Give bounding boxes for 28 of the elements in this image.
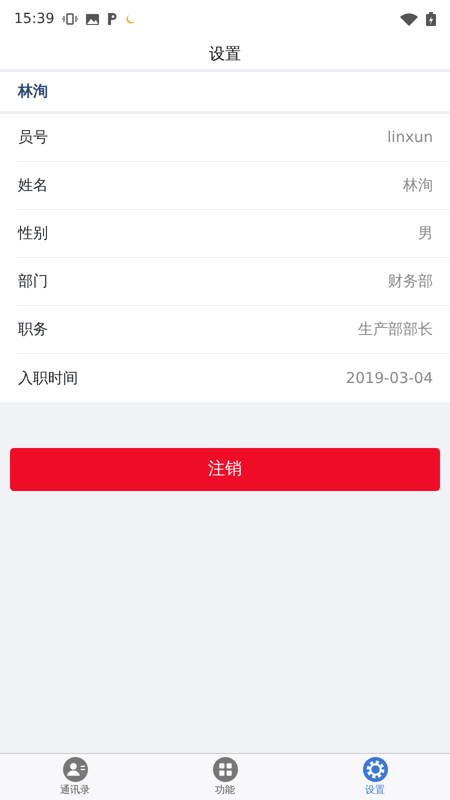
field-value: 财务部 bbox=[388, 271, 433, 292]
parking-icon bbox=[107, 13, 118, 25]
field-value: linxun bbox=[387, 127, 433, 148]
field-label: 职务 bbox=[18, 319, 48, 340]
image-icon bbox=[86, 14, 100, 24]
moon-icon bbox=[126, 14, 136, 24]
grid-icon bbox=[212, 756, 238, 782]
status-time: 15:39 bbox=[14, 10, 54, 28]
field-label: 姓名 bbox=[18, 175, 48, 196]
field-label: 性别 bbox=[18, 223, 48, 244]
contacts-icon bbox=[62, 756, 88, 782]
settings-icon bbox=[362, 756, 388, 782]
tab[interactable]: 功能 bbox=[150, 754, 300, 800]
field-label: 入职时间 bbox=[18, 368, 78, 389]
user-name: 林洵 bbox=[18, 81, 48, 102]
field-label: 部门 bbox=[18, 271, 48, 292]
field-value: 男 bbox=[418, 223, 433, 244]
page-title: 设置 bbox=[209, 42, 241, 64]
tab[interactable]: 设置 bbox=[300, 754, 450, 800]
vibrate-icon bbox=[62, 13, 78, 25]
wifi-icon bbox=[400, 12, 418, 26]
field-value: 2019-03-04 bbox=[346, 368, 433, 389]
logout-button[interactable]: 注销 bbox=[10, 448, 440, 491]
field-value: 林洵 bbox=[403, 175, 433, 196]
tab[interactable]: 通讯录 bbox=[0, 754, 150, 800]
field-value: 生产部部长 bbox=[358, 319, 433, 340]
field-label: 员号 bbox=[18, 127, 48, 148]
battery-icon bbox=[426, 12, 436, 26]
